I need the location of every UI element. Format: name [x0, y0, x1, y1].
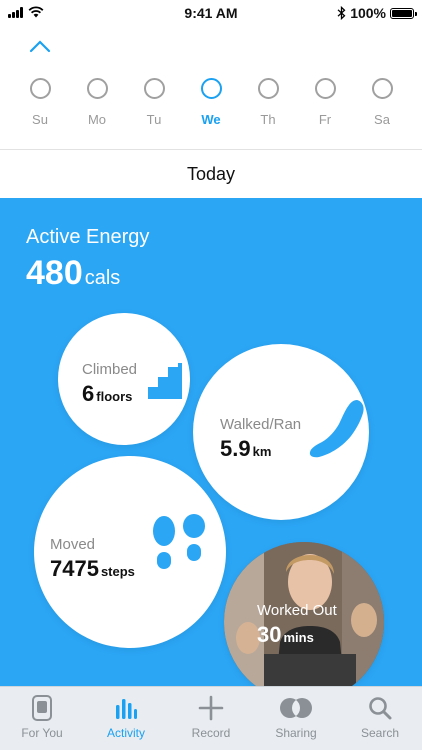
- tab-record[interactable]: Record: [169, 687, 253, 750]
- climbed-unit: floors: [96, 389, 133, 404]
- climbed-bubble[interactable]: Climbed 6 floors: [58, 313, 190, 445]
- tab-label: Record: [191, 726, 231, 740]
- day-monday[interactable]: Mo: [72, 78, 122, 127]
- phone-icon: [32, 695, 52, 721]
- walked-bubble[interactable]: Walked/Ran 5.9 km: [193, 344, 369, 520]
- week-selector: Su Mo Tu We Th Fr Sa: [0, 78, 422, 138]
- day-label: Th: [260, 112, 276, 127]
- worked-out-bubble[interactable]: Worked Out 30 mins: [224, 542, 384, 688]
- day-ring-icon: [143, 78, 165, 99]
- footprints-icon: [153, 514, 205, 569]
- tab-activity[interactable]: Activity: [84, 687, 168, 750]
- moved-unit: steps: [100, 564, 135, 579]
- tab-label: Sharing: [275, 726, 317, 740]
- walked-value: 5.9 km: [220, 436, 271, 462]
- page-title: Today: [186, 164, 236, 184]
- day-wednesday[interactable]: We: [186, 78, 236, 127]
- tab-bar: For You Activity Record Sharing Search: [0, 686, 422, 750]
- active-energy-unit: cals: [84, 267, 121, 289]
- day-label: Sa: [374, 112, 390, 127]
- status-right: 100%: [337, 5, 417, 21]
- day-label: Fr: [318, 112, 332, 127]
- moved-label: Moved: [50, 536, 96, 553]
- battery-percent: 100%: [350, 5, 386, 21]
- active-energy-value: 480 cals: [26, 254, 120, 293]
- day-ring-icon: [257, 78, 279, 99]
- walked-unit: km: [252, 444, 272, 459]
- tab-label: Search: [360, 726, 400, 740]
- worked-out-label: Worked Out: [257, 602, 337, 619]
- tab-for-you[interactable]: For You: [0, 687, 84, 750]
- worked-out-value: 30 mins: [257, 622, 314, 648]
- plus-icon: [198, 695, 224, 721]
- bluetooth-icon: [337, 6, 346, 20]
- moved-number: 7475: [50, 556, 99, 581]
- tab-sharing[interactable]: Sharing: [254, 687, 338, 750]
- moved-value: 7475 steps: [50, 556, 135, 582]
- activity-panel: Active Energy 480 cals Climbed 6 floors Wa…: [0, 198, 422, 688]
- walked-label: Walked/Ran: [220, 416, 302, 433]
- day-ring-icon: [371, 78, 393, 99]
- shoe-icon: [309, 400, 364, 458]
- day-ring-icon: [314, 78, 336, 99]
- walked-number: 5.9: [220, 436, 251, 461]
- day-ring-icon: [86, 78, 108, 99]
- moved-bubble[interactable]: Moved 7475 steps: [34, 456, 226, 648]
- day-label: Tu: [146, 112, 162, 127]
- sharing-icon: [280, 698, 312, 718]
- day-friday[interactable]: Fr: [300, 78, 350, 127]
- day-ring-icon: [29, 78, 51, 99]
- search-icon: [369, 697, 392, 720]
- chevron-up-icon[interactable]: [28, 38, 52, 54]
- day-label: Mo: [87, 112, 107, 127]
- day-tuesday[interactable]: Tu: [129, 78, 179, 127]
- worked-out-number: 30: [257, 622, 282, 647]
- day-label: Su: [32, 112, 48, 127]
- day-thursday[interactable]: Th: [243, 78, 293, 127]
- climbed-value: 6 floors: [82, 381, 132, 407]
- day-ring-icon: [200, 78, 222, 99]
- climbed-label: Climbed: [82, 361, 138, 378]
- day-label: We: [201, 112, 221, 127]
- worked-out-unit: mins: [283, 630, 314, 645]
- status-bar: 9:41 AM 100%: [0, 0, 422, 26]
- bar-chart-icon: [116, 699, 137, 719]
- tab-label: Activity: [106, 726, 145, 740]
- tab-search[interactable]: Search: [338, 687, 422, 750]
- day-saturday[interactable]: Sa: [357, 78, 407, 127]
- tab-label: For You: [21, 726, 63, 740]
- stairs-icon: [148, 363, 182, 399]
- day-sunday[interactable]: Su: [15, 78, 65, 127]
- battery-icon: [390, 7, 417, 19]
- active-energy-number: 480: [26, 254, 83, 292]
- active-energy-title: Active Energy: [26, 226, 150, 248]
- climbed-number: 6: [82, 381, 95, 406]
